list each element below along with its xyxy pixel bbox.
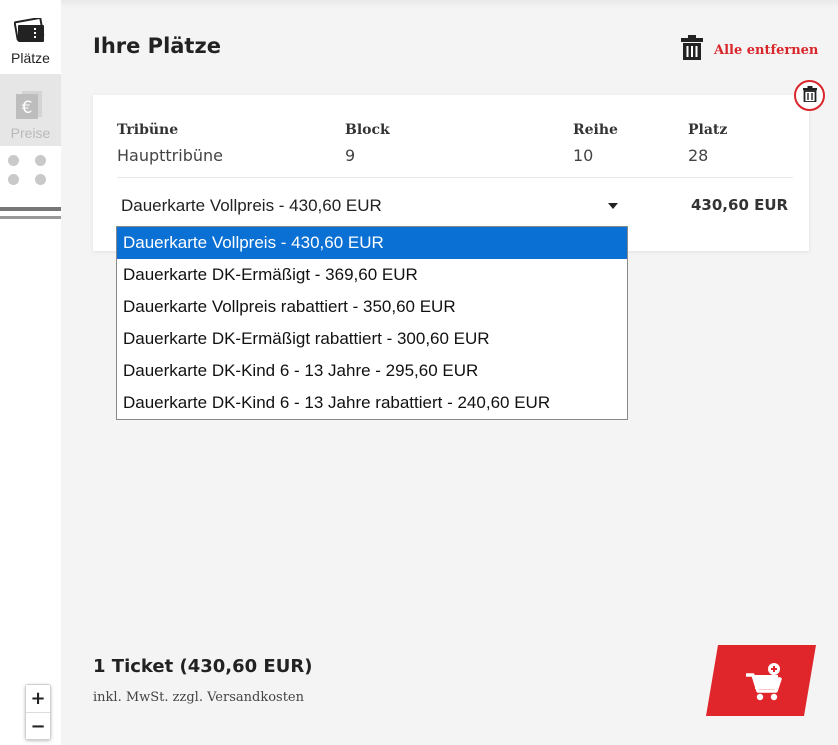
divider [117, 177, 793, 178]
seat-reihe-value: 10 [573, 146, 594, 165]
zoom-out-button[interactable]: − [26, 712, 50, 739]
trash-icon [802, 85, 817, 106]
dropdown-option[interactable]: Dauerkarte DK-Ermäßigt rabattiert - 300,… [117, 323, 627, 355]
selected-price-option: Dauerkarte Vollpreis - 430,60 EUR [121, 196, 382, 215]
page-title: Ihre Plätze [93, 34, 221, 58]
dropdown-option[interactable]: Dauerkarte DK-Ermäßigt - 369,60 EUR [117, 259, 627, 291]
seat-platz-value: 28 [688, 146, 709, 165]
tax-note: inkl. MwSt. zzgl. Versandkosten [93, 690, 304, 705]
column-header-block: Block [345, 122, 390, 138]
remove-all-label: Alle entfernen [714, 42, 819, 58]
seat-block-value: 9 [345, 146, 356, 165]
sidebar: Plätze € Preise + − [0, 0, 61, 745]
euro-icon: € [14, 90, 46, 124]
dropdown-option[interactable]: Dauerkarte Vollpreis - 430,60 EUR [117, 227, 627, 259]
seat-tribuene-value: Haupttribüne [117, 146, 223, 165]
sidebar-tab-preise[interactable]: € Preise [0, 74, 61, 146]
dropdown-arrow-icon [608, 203, 618, 209]
divider [0, 207, 61, 211]
column-header-reihe: Reihe [573, 122, 618, 138]
column-header-tribuene: Tribüne [117, 122, 179, 138]
svg-text:€: € [22, 98, 33, 118]
more-dots-icon[interactable] [7, 155, 51, 187]
remove-all-button[interactable]: Alle entfernen [680, 35, 819, 65]
zoom-in-button[interactable]: + [26, 685, 50, 712]
dropdown-option[interactable]: Dauerkarte Vollpreis rabattiert - 350,60… [117, 291, 627, 323]
divider [0, 216, 61, 219]
dropdown-option[interactable]: Dauerkarte DK-Kind 6 - 13 Jahre rabattie… [117, 387, 627, 419]
ticket-summary: 1 Ticket (430,60 EUR) [93, 656, 313, 677]
zoom-control: + − [25, 684, 51, 740]
sidebar-tab-plaetze[interactable]: Plätze [0, 0, 61, 72]
trash-icon [680, 35, 704, 65]
sidebar-tab-label: Plätze [11, 50, 50, 66]
sidebar-tab-label: Preise [10, 125, 51, 141]
add-to-cart-button[interactable] [706, 645, 816, 716]
price-options-dropdown: Dauerkarte Vollpreis - 430,60 EUR Dauerk… [116, 226, 628, 420]
price-category-select[interactable]: Dauerkarte Vollpreis - 430,60 EUR [117, 190, 628, 222]
column-header-platz: Platz [688, 122, 728, 138]
dropdown-option[interactable]: Dauerkarte DK-Kind 6 - 13 Jahre - 295,60… [117, 355, 627, 387]
ticket-icon [13, 17, 46, 48]
remove-seat-button[interactable] [794, 80, 825, 111]
top-shadow [61, 0, 838, 8]
seat-price: 430,60 EUR [691, 196, 789, 214]
